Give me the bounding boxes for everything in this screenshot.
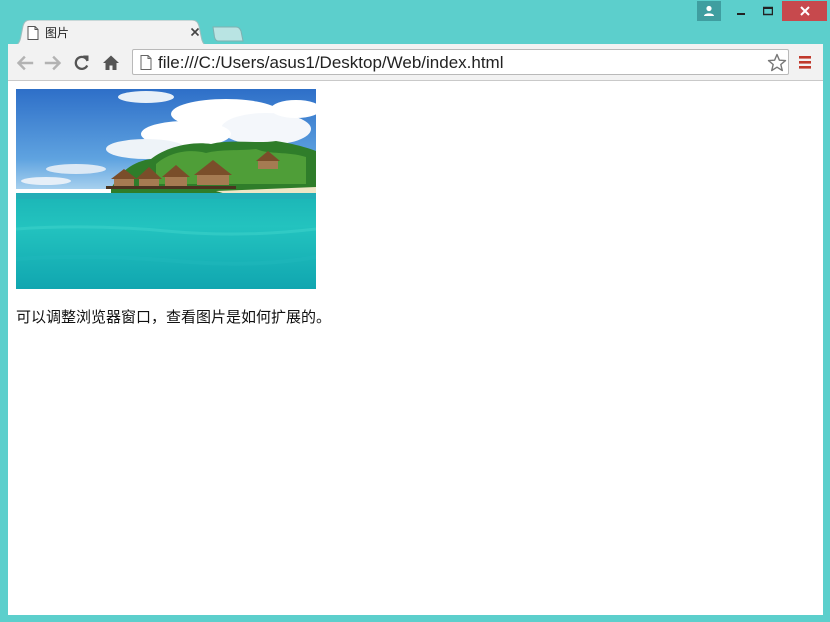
- forward-arrow-icon: [44, 55, 62, 71]
- profile-button[interactable]: [697, 1, 721, 21]
- back-arrow-icon: [16, 55, 34, 71]
- user-icon: [704, 5, 714, 16]
- close-window-button[interactable]: [782, 1, 827, 21]
- home-icon: [103, 55, 119, 70]
- page-icon: [27, 26, 39, 40]
- maximize-button[interactable]: [756, 1, 780, 21]
- toolbar: file:///C:/Users/asus1/Desktop/Web/index…: [8, 44, 823, 81]
- browser-window: 图片 file:///C:/Users/asus1/Desktop/Web/in…: [0, 0, 830, 622]
- minimize-icon: [737, 13, 745, 15]
- reload-button[interactable]: [72, 53, 92, 73]
- tab-active[interactable]: 图片: [12, 20, 208, 46]
- maximize-icon: [763, 6, 773, 16]
- window-bottom-border: [0, 615, 830, 622]
- tab-close-icon[interactable]: [188, 25, 202, 39]
- page-content: 可以调整浏览器窗口，查看图片是如何扩展的。: [8, 81, 823, 615]
- reload-icon: [74, 55, 89, 70]
- back-button[interactable]: [15, 53, 35, 73]
- star-icon[interactable]: [767, 53, 787, 73]
- tab-title: 图片: [45, 26, 70, 40]
- minimize-button[interactable]: [729, 1, 753, 21]
- page-caption: 可以调整浏览器窗口，查看图片是如何扩展的。: [16, 308, 332, 326]
- address-bar[interactable]: file:///C:/Users/asus1/Desktop/Web/index…: [132, 49, 789, 75]
- beach-photo: [16, 89, 316, 289]
- url-text[interactable]: file:///C:/Users/asus1/Desktop/Web/index…: [158, 53, 504, 72]
- page-icon: [140, 55, 152, 70]
- home-button[interactable]: [101, 53, 121, 73]
- close-icon: [799, 6, 810, 16]
- hamburger-menu-icon[interactable]: [797, 53, 813, 71]
- forward-button[interactable]: [43, 53, 63, 73]
- new-tab-button[interactable]: [212, 26, 244, 42]
